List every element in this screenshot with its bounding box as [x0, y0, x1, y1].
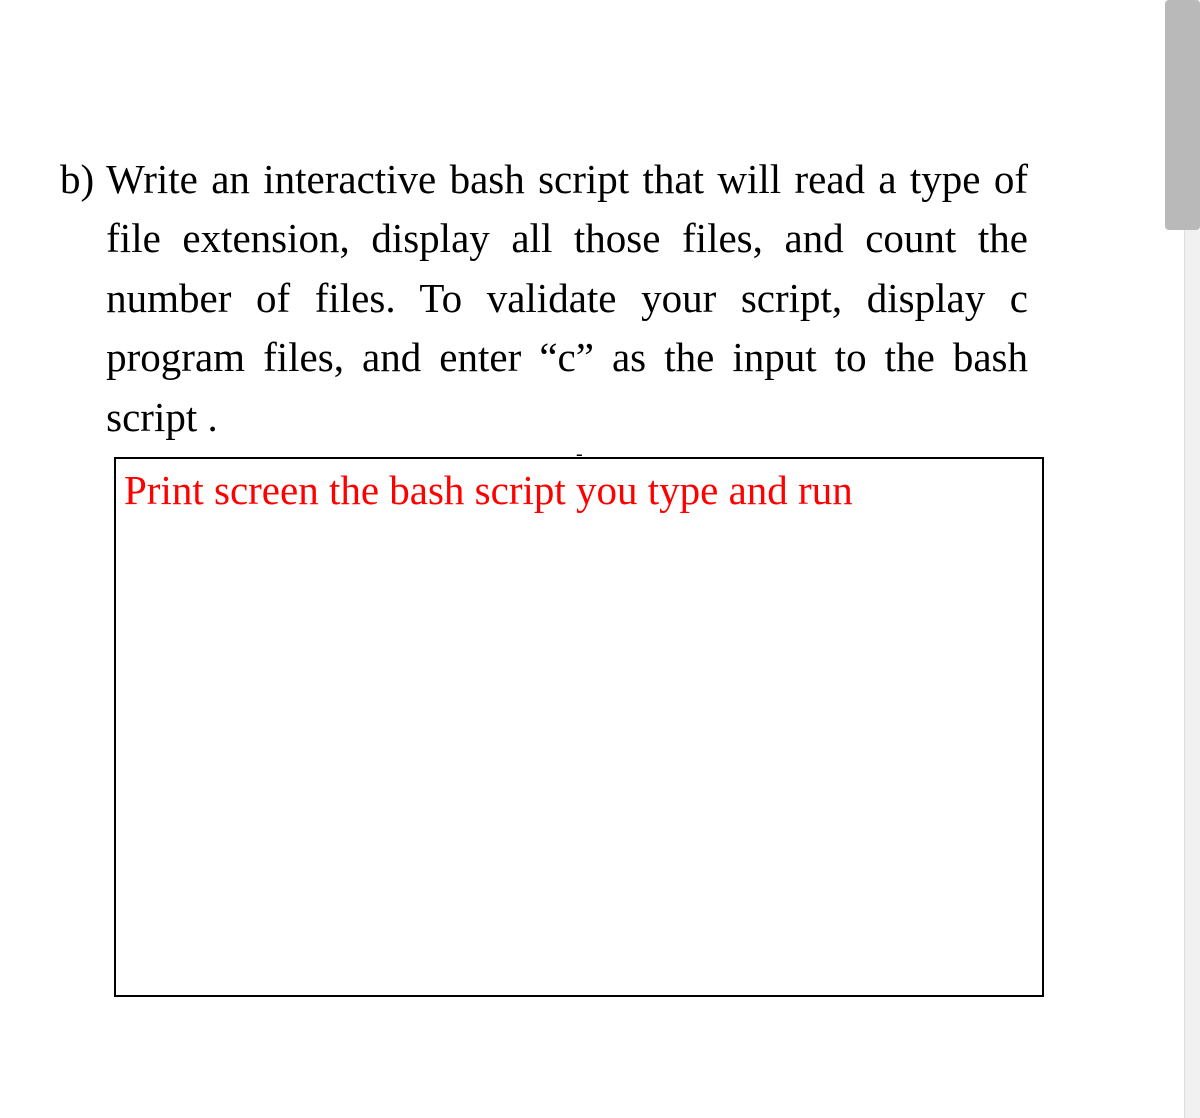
question-block: b) Write an interactive bash script that… [60, 150, 1028, 447]
instruction-text: Print screen the bash script you type an… [124, 463, 1034, 518]
dash-mark: - [576, 443, 583, 466]
answer-box: Print screen the bash script you type an… [114, 457, 1044, 997]
document-page: b) Write an interactive bash script that… [0, 0, 1088, 1118]
question-label: b) [60, 150, 94, 209]
question-text: Write an interactive bash script that wi… [106, 150, 1028, 447]
scrollbar-thumb[interactable] [1165, 0, 1200, 230]
